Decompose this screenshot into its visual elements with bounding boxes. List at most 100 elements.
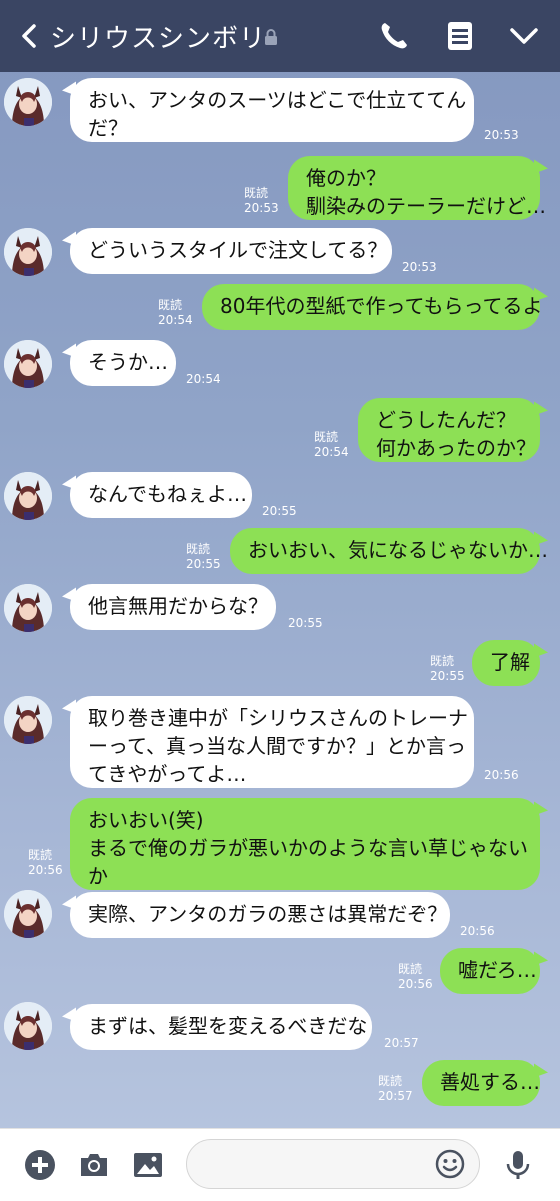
read-label: 既読 <box>430 654 455 668</box>
avatar-image <box>4 340 52 388</box>
read-receipt: 既読 20:57 <box>378 1074 413 1104</box>
message-time: 20:54 <box>158 313 193 327</box>
avatar-image <box>4 1002 52 1050</box>
avatar-image <box>4 696 52 744</box>
input-bar <box>0 1128 560 1201</box>
message-bubble-outgoing[interactable]: どうしたんだ？ 何かあったのか？ <box>358 398 540 462</box>
message-bubble-incoming[interactable]: 他言無用だからな？ <box>70 584 276 630</box>
message-time: 20:54 <box>314 445 349 459</box>
message-line: 他言無用だからな？ <box>88 594 268 618</box>
message-bubble-outgoing[interactable]: おいおい、気になるじゃないか… <box>230 528 548 574</box>
plus-icon[interactable] <box>24 1149 56 1181</box>
message-line: どうしたんだ？ <box>376 408 516 432</box>
message-line: ーって、真っ当な人間ですか？」とか言っ <box>88 734 466 758</box>
message-time: 20:54 <box>186 372 221 386</box>
avatar[interactable] <box>4 78 52 126</box>
message-line: てきやがってよ… <box>88 762 247 786</box>
message-line: おいおい(笑) <box>88 808 204 832</box>
avatar[interactable] <box>4 890 52 938</box>
message-bubble-outgoing[interactable]: 嘘だろ… <box>440 948 540 994</box>
camera-icon[interactable] <box>78 1149 110 1181</box>
smiley-icon[interactable] <box>435 1149 465 1179</box>
message-bubble-outgoing[interactable]: おいおい(笑) まるで俺のガラが悪いかのような言い草じゃない か <box>70 798 540 890</box>
message-line: おい、アンタのスーツはどこで仕立ててん <box>88 88 467 112</box>
message-line: 俺のか？ <box>306 166 386 190</box>
message-time: 20:56 <box>460 924 495 938</box>
read-label: 既読 <box>28 848 53 862</box>
message-bubble-incoming[interactable]: どういうスタイルで注文してる？ <box>70 228 392 274</box>
message-line: 嘘だろ… <box>458 958 537 982</box>
message-line: 実際、アンタのガラの悪さは異常だぞ？ <box>88 902 448 926</box>
message-line: なんでもねぇよ… <box>88 482 247 506</box>
microphone-icon[interactable] <box>502 1149 534 1181</box>
message-bubble-incoming[interactable]: まずは、髪型を変えるべきだな <box>70 1004 372 1050</box>
read-label: 既読 <box>398 962 423 976</box>
message-line: 取り巻き連中が「シリウスさんのトレーナ <box>88 706 468 730</box>
read-receipt: 既読 20:56 <box>398 962 433 992</box>
avatar[interactable] <box>4 340 52 388</box>
message-line: 馴染みのテーラーだけど… <box>306 194 546 218</box>
read-receipt: 既読 20:55 <box>430 654 465 684</box>
message-bubble-incoming[interactable]: なんでもねぇよ… <box>70 472 252 518</box>
message-bubble-outgoing[interactable]: 了解 <box>472 640 540 686</box>
read-label: 既読 <box>378 1074 403 1088</box>
avatar[interactable] <box>4 696 52 744</box>
message-list[interactable]: おい、アンタのスーツはどこで仕立ててん だ？ 20:53 既読 20:53 俺の… <box>0 72 560 1128</box>
message-time: 20:55 <box>288 616 323 630</box>
read-label: 既読 <box>186 542 211 556</box>
read-label: 既読 <box>158 298 183 312</box>
message-line: だ？ <box>88 116 128 140</box>
message-time: 20:53 <box>402 260 437 274</box>
message-time: 20:53 <box>484 128 519 142</box>
read-label: 既読 <box>244 186 269 200</box>
read-receipt: 既読 20:56 <box>28 848 63 878</box>
chat-header: シリウスシンボリ <box>0 0 560 72</box>
avatar-image <box>4 584 52 632</box>
message-time: 20:56 <box>398 977 433 991</box>
message-line: まるで俺のガラが悪いかのような言い草じゃない <box>88 836 528 860</box>
message-time: 20:56 <box>484 768 519 782</box>
message-time: 20:57 <box>384 1036 419 1050</box>
avatar[interactable] <box>4 584 52 632</box>
avatar-image <box>4 228 52 276</box>
avatar[interactable] <box>4 1002 52 1050</box>
phone-icon[interactable] <box>376 18 412 54</box>
message-bubble-incoming[interactable]: おい、アンタのスーツはどこで仕立ててん だ？ <box>70 78 474 142</box>
message-bubble-incoming[interactable]: そうか… <box>70 340 176 386</box>
lock-icon <box>265 29 277 45</box>
message-input[interactable] <box>186 1139 480 1189</box>
menu-list-icon[interactable] <box>442 18 478 54</box>
message-line: 了解 <box>490 650 530 674</box>
message-time: 20:55 <box>186 557 221 571</box>
back-chevron-icon[interactable] <box>16 22 44 50</box>
message-line: おいおい、気になるじゃないか… <box>248 538 548 562</box>
read-label: 既読 <box>314 430 339 444</box>
message-time: 20:55 <box>262 504 297 518</box>
message-time: 20:55 <box>430 669 465 683</box>
message-bubble-outgoing[interactable]: 俺のか？ 馴染みのテーラーだけど… <box>288 156 546 220</box>
message-time: 20:57 <box>378 1089 413 1103</box>
image-icon[interactable] <box>132 1149 164 1181</box>
message-line: まずは、髪型を変えるべきだな <box>88 1014 368 1038</box>
avatar[interactable] <box>4 472 52 520</box>
message-line: か <box>88 864 108 888</box>
read-receipt: 既読 20:55 <box>186 542 221 572</box>
message-bubble-outgoing[interactable]: 善処する… <box>422 1060 540 1106</box>
avatar-image <box>4 890 52 938</box>
read-receipt: 既読 20:54 <box>158 298 193 328</box>
message-time: 20:56 <box>28 863 63 877</box>
chat-title: シリウスシンボリ <box>50 24 267 54</box>
message-line: 何かあったのか？ <box>376 436 536 460</box>
avatar-image <box>4 78 52 126</box>
message-bubble-outgoing[interactable]: 80年代の型紙で作ってもらってるよ <box>202 284 543 330</box>
avatar[interactable] <box>4 228 52 276</box>
read-receipt: 既読 20:54 <box>314 430 349 460</box>
message-bubble-incoming[interactable]: 実際、アンタのガラの悪さは異常だぞ？ <box>70 892 450 938</box>
message-bubble-incoming[interactable]: 取り巻き連中が「シリウスさんのトレーナ ーって、真っ当な人間ですか？」とか言っ … <box>70 696 474 788</box>
avatar-image <box>4 472 52 520</box>
message-line: 80年代の型紙で作ってもらってるよ <box>220 294 543 318</box>
message-line: どういうスタイルで注文してる？ <box>88 238 388 262</box>
message-line: 善処する… <box>440 1070 540 1094</box>
chevron-down-icon[interactable] <box>506 18 542 54</box>
message-line: そうか… <box>88 350 168 374</box>
